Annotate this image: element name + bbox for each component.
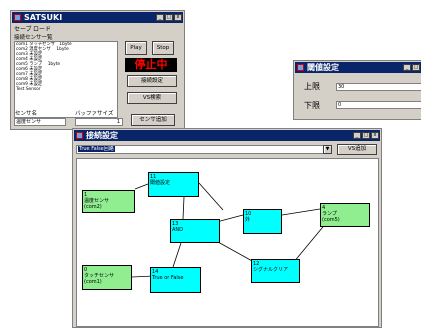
status-display: 停止中 — [125, 58, 177, 72]
app-icon — [14, 14, 21, 21]
diagram-canvas[interactable]: 1 温度センサ (com2) 11 閾値設定 13 AND 10 外 4 ランプ… — [76, 158, 379, 327]
sensor-name-label: センサ名 — [15, 111, 38, 117]
maximize-button[interactable]: □ — [362, 132, 370, 139]
connection-line — [134, 183, 149, 190]
connection-lines — [131, 182, 328, 278]
main-window-title: SATSUKI — [24, 13, 63, 22]
node-temperature-sensor[interactable]: 1 温度センサ (com2) — [82, 190, 135, 213]
add-vs-button[interactable]: VS追加 — [337, 144, 377, 155]
connection-window: 接続設定 _ □ x True False回路 ▼ VS追加 1 温度センサ (… — [72, 128, 382, 328]
buffer-size-label: バッファサイズ — [75, 111, 114, 117]
node-label: 閾値設定 — [150, 180, 171, 186]
node-label: 外 — [245, 217, 251, 223]
menu-save[interactable]: セーブ — [14, 24, 32, 33]
close-button[interactable]: x — [174, 14, 182, 21]
circuit-dropdown[interactable]: True False回路 — [76, 145, 332, 154]
sensor-list[interactable]: com1 タッチセンサ 1byte com2 温度センサ 1byte com3 … — [14, 41, 118, 118]
connection-line — [172, 242, 182, 268]
connection-line — [182, 196, 185, 220]
lower-limit-input[interactable]: 0 — [336, 101, 421, 109]
connection-line — [198, 182, 224, 211]
connection-titlebar[interactable]: 接続設定 _ □ x — [74, 130, 380, 141]
node-sub: (com5) — [322, 217, 340, 223]
connect-settings-button[interactable]: 接続設定 — [127, 75, 177, 87]
threshold-window-title: 閾値設定 — [307, 63, 339, 72]
connection-line — [281, 208, 321, 216]
chevron-down-icon[interactable]: ▼ — [323, 145, 332, 154]
maximize-button[interactable]: □ — [165, 14, 173, 21]
circuit-dropdown-value: True False回路 — [78, 146, 115, 152]
play-button[interactable]: Play — [125, 41, 147, 55]
upper-limit-input[interactable]: 30 — [336, 83, 421, 91]
node-touch-sensor[interactable]: 0 タッチセンサ (com1) — [82, 265, 132, 290]
close-button[interactable]: x — [371, 132, 379, 139]
stop-button[interactable]: Stop — [152, 41, 174, 55]
main-window: SATSUKI _ □ x セーブ ロード 接続センサ一覧 com1 タッチセン… — [10, 10, 185, 130]
menu-load[interactable]: ロード — [33, 24, 51, 33]
sensor-name-input[interactable]: 温度センサ — [14, 118, 66, 126]
lower-limit-label: 下限 — [304, 101, 320, 110]
main-titlebar[interactable]: SATSUKI _ □ x — [12, 12, 183, 23]
threshold-window: 閾値設定 _ □ 上限 30 下限 0 — [293, 60, 421, 120]
node-label: AND — [172, 227, 184, 233]
node-and[interactable]: 13 AND — [170, 219, 220, 243]
node-label: True or False — [152, 275, 184, 281]
app-icon — [297, 64, 304, 71]
node-outside[interactable]: 10 外 — [243, 209, 282, 234]
node-signal-clear[interactable]: 12 シグナルクリア — [251, 259, 300, 283]
minimize-button[interactable]: _ — [353, 132, 361, 139]
vs-monitor-button[interactable]: VS検索 — [127, 92, 177, 104]
threshold-titlebar[interactable]: 閾値設定 _ □ — [295, 62, 421, 73]
node-sub: (com2) — [84, 204, 102, 210]
add-sensor-button[interactable]: センサ追加 — [131, 114, 175, 126]
node-lamp[interactable]: 4 ランプ (com5) — [320, 203, 370, 227]
connection-window-title: 接続設定 — [86, 131, 118, 140]
minimize-button[interactable]: _ — [156, 14, 164, 21]
app-icon — [76, 132, 83, 139]
connection-line — [292, 221, 328, 264]
upper-limit-label: 上限 — [304, 82, 320, 91]
buffer-size-input[interactable]: 1 — [75, 118, 123, 126]
node-true-or-false[interactable]: 14 True or False — [150, 267, 201, 293]
node-sub: (com1) — [84, 279, 102, 285]
list-item[interactable]: Test Sensor — [15, 87, 117, 92]
node-threshold[interactable]: 11 閾値設定 — [148, 172, 199, 197]
node-label: シグナルクリア — [253, 267, 289, 273]
minimize-button[interactable]: _ — [403, 64, 411, 71]
maximize-button[interactable]: □ — [412, 64, 420, 71]
sensor-list-label: 接続センサ一覧 — [14, 35, 53, 41]
